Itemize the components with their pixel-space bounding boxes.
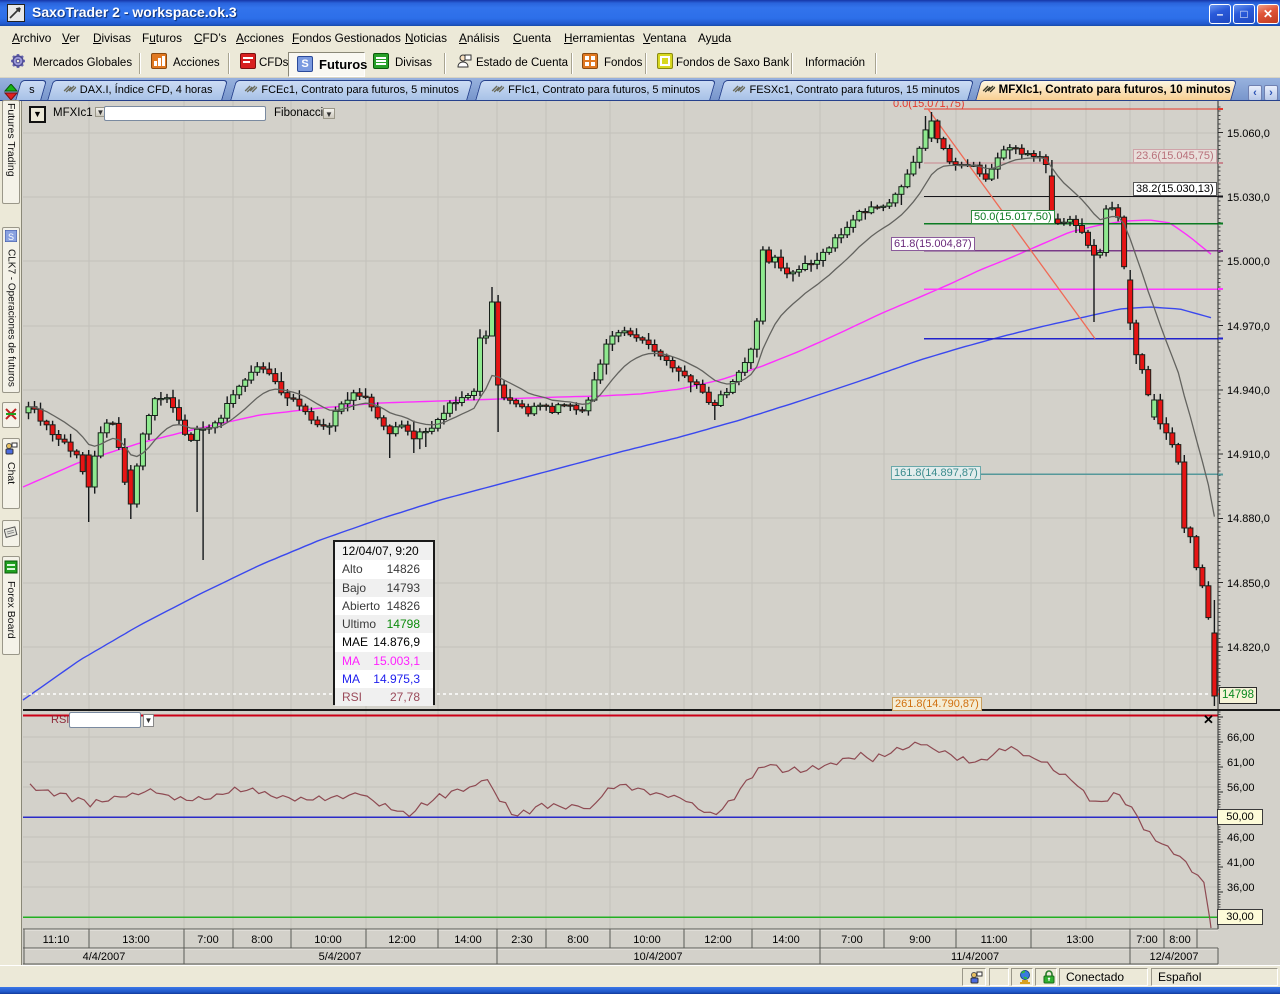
svg-text:9:00: 9:00 bbox=[909, 934, 930, 946]
svg-text:8:00: 8:00 bbox=[251, 934, 272, 946]
svg-text:14.850,0: 14.850,0 bbox=[1227, 578, 1270, 590]
svg-text:12:00: 12:00 bbox=[388, 934, 416, 946]
svg-text:41,00: 41,00 bbox=[1227, 857, 1255, 869]
svg-text:13:00: 13:00 bbox=[1066, 934, 1094, 946]
svg-text:12:00: 12:00 bbox=[704, 934, 732, 946]
svg-text:13:00: 13:00 bbox=[122, 934, 150, 946]
svg-text:46,00: 46,00 bbox=[1227, 832, 1255, 844]
svg-text:10/4/2007: 10/4/2007 bbox=[634, 951, 683, 963]
svg-text:11/4/2007: 11/4/2007 bbox=[951, 951, 999, 963]
svg-text:61,00: 61,00 bbox=[1227, 757, 1255, 769]
svg-text:7:00: 7:00 bbox=[841, 934, 862, 946]
svg-text:S: S bbox=[8, 232, 14, 242]
svg-text:66,00: 66,00 bbox=[1227, 732, 1255, 744]
svg-text:10:00: 10:00 bbox=[633, 934, 661, 946]
svg-text:8:00: 8:00 bbox=[1169, 934, 1190, 946]
svg-text:56,00: 56,00 bbox=[1227, 782, 1255, 794]
svg-text:14.970,0: 14.970,0 bbox=[1227, 321, 1270, 333]
svg-text:7:00: 7:00 bbox=[197, 934, 218, 946]
svg-text:14.880,0: 14.880,0 bbox=[1227, 513, 1270, 525]
svg-text:15.060,0: 15.060,0 bbox=[1227, 128, 1270, 140]
svg-text:2:30: 2:30 bbox=[511, 934, 532, 946]
svg-text:14:00: 14:00 bbox=[772, 934, 800, 946]
svg-text:8:00: 8:00 bbox=[567, 934, 588, 946]
svg-text:15.030,0: 15.030,0 bbox=[1227, 192, 1270, 204]
svg-text:7:00: 7:00 bbox=[1136, 934, 1157, 946]
svg-text:11:10: 11:10 bbox=[43, 934, 70, 946]
svg-text:14.940,0: 14.940,0 bbox=[1227, 385, 1270, 397]
svg-text:14.910,0: 14.910,0 bbox=[1227, 449, 1270, 461]
svg-text:4/4/2007: 4/4/2007 bbox=[83, 951, 126, 963]
svg-text:11:00: 11:00 bbox=[981, 934, 1008, 946]
svg-text:5/4/2007: 5/4/2007 bbox=[319, 951, 362, 963]
svg-text:14:00: 14:00 bbox=[454, 934, 482, 946]
svg-text:10:00: 10:00 bbox=[314, 934, 342, 946]
svg-text:36,00: 36,00 bbox=[1227, 882, 1255, 894]
svg-text:14.820,0: 14.820,0 bbox=[1227, 642, 1270, 654]
svg-text:15.000,0: 15.000,0 bbox=[1227, 256, 1270, 268]
svg-text:12/4/2007: 12/4/2007 bbox=[1150, 951, 1199, 963]
